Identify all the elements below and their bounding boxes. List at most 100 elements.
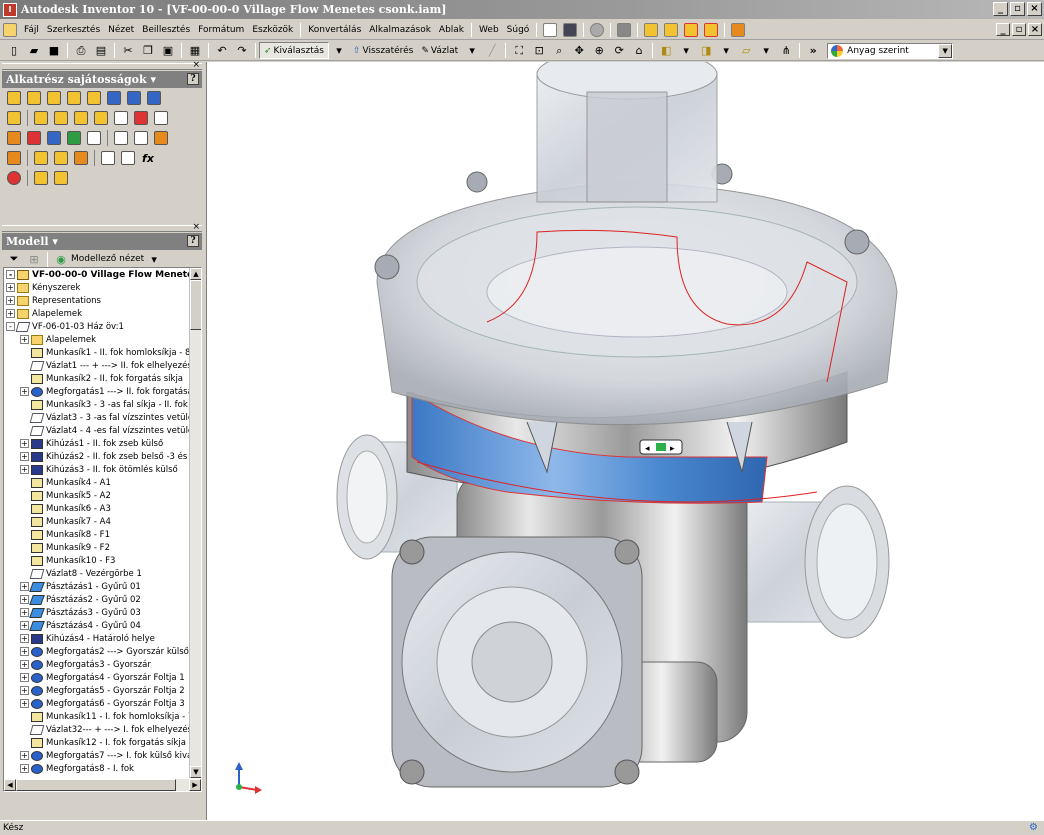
menu-format[interactable]: Formátum <box>194 25 248 35</box>
tree-item[interactable]: Vázlat1 --- + ---> II. fok elhelyezés <box>4 359 201 372</box>
tree-item[interactable]: + Megforgatás1 ---> II. fok forgatása <box>4 385 201 398</box>
camera-icon[interactable]: ◨ <box>698 43 714 59</box>
expand-icon[interactable]: + <box>20 699 29 708</box>
chevron-down-icon[interactable]: ▼ <box>938 43 953 58</box>
shell-icon[interactable] <box>87 91 101 105</box>
stop-icon[interactable] <box>7 171 21 185</box>
zoom-selected-icon[interactable]: ⊕ <box>591 43 607 59</box>
zoom-window-icon[interactable]: ⊡ <box>531 43 547 59</box>
tree-item[interactable]: Munkasík11 - I. fok homloksíkja - 72 <box>4 710 201 723</box>
scroll-up-icon[interactable]: ▲ <box>190 268 201 280</box>
tree-item[interactable]: Munkasík8 - F1 <box>4 528 201 541</box>
menu-window[interactable]: Ablak <box>435 25 468 35</box>
expand-icon[interactable]: + <box>20 634 29 643</box>
model-view-label[interactable]: Modellező nézet <box>71 254 144 264</box>
model-view-icon[interactable]: ◉ <box>53 251 69 267</box>
doc-close-button[interactable]: × <box>1028 23 1042 36</box>
sketch-button[interactable]: ✎ Vázlat <box>417 42 462 59</box>
minimize-button[interactable]: _ <box>993 2 1008 16</box>
decal-icon[interactable] <box>27 131 41 145</box>
tree-item[interactable]: Munkasík12 - I. fok forgatás síkja - <box>4 736 201 749</box>
menu-convert[interactable]: Konvertálás <box>304 25 365 35</box>
zoom-icon[interactable]: ⌕ <box>551 43 567 59</box>
expand-icon[interactable]: + <box>20 595 29 604</box>
select-dropdown-icon[interactable]: ▾ <box>331 43 347 59</box>
calculator-icon[interactable] <box>563 22 578 37</box>
expand-icon[interactable]: + <box>20 621 29 630</box>
tree-item[interactable]: + Kihúzás4 - Határoló helye <box>4 632 201 645</box>
camera-dropdown-icon[interactable]: ▾ <box>718 43 734 59</box>
tree-item[interactable]: + Megforgatás4 - Gyorszár Foltja 1 <box>4 671 201 684</box>
no-sketch-icon[interactable] <box>704 22 719 37</box>
tree-item[interactable]: Munkasík9 - F2 <box>4 541 201 554</box>
scroll-right-icon[interactable]: ▶ <box>189 779 201 791</box>
panel-grip-2[interactable]: × <box>2 222 202 232</box>
work-plane-icon[interactable] <box>7 151 21 165</box>
thread-icon[interactable] <box>7 131 21 145</box>
tree-item[interactable]: Munkasík3 - 3 -as fal síkja - II. fok f <box>4 398 201 411</box>
pencil-icon[interactable] <box>644 22 659 37</box>
assembly-icon[interactable] <box>3 22 17 37</box>
emboss-icon[interactable] <box>47 131 61 145</box>
menu-help[interactable]: Súgó <box>503 25 534 35</box>
properties-icon[interactable]: ▦ <box>187 43 203 59</box>
ground-plane-icon[interactable]: ▱ <box>738 43 754 59</box>
tree-item[interactable]: Munkasík7 - A4 <box>4 515 201 528</box>
tree-item[interactable]: + Megforgatás6 - Gyorszár Foltja 3 <box>4 697 201 710</box>
tree-item[interactable]: + Megforgatás3 - Gyorszár <box>4 658 201 671</box>
tree-item[interactable]: + Megforgatás8 - I. fok <box>4 762 201 775</box>
tree-item[interactable]: Vázlat32--- + ---> I. fok elhelyezés <box>4 723 201 736</box>
help-icon[interactable] <box>543 22 558 37</box>
derived-icon[interactable] <box>67 131 81 145</box>
chamfer-icon[interactable] <box>54 111 68 125</box>
tree-item[interactable]: + Kényszerek <box>4 281 201 294</box>
help-icon[interactable]: ? <box>187 73 199 85</box>
close-icon[interactable]: × <box>192 222 200 232</box>
scroll-left-icon[interactable]: ◀ <box>4 779 16 791</box>
tree-item[interactable]: Munkasík2 - II. fok forgatás síkja <box>4 372 201 385</box>
redo-icon[interactable]: ↷ <box>234 43 250 59</box>
tree-item[interactable]: Munkasík10 - F3 <box>4 554 201 567</box>
zoom-all-icon[interactable]: ⛶ <box>511 43 527 59</box>
work-point-icon[interactable] <box>54 151 68 165</box>
sheet-icon[interactable] <box>34 171 48 185</box>
ucs-icon[interactable] <box>74 151 88 165</box>
model-tree[interactable]: - VF-00-00-0 Village Flow Menetes cso + Kén… <box>3 267 202 792</box>
expand-icon[interactable]: + <box>20 387 29 396</box>
collapse-icon[interactable]: - <box>6 270 15 279</box>
mirror-icon[interactable] <box>154 131 168 145</box>
new-file-icon[interactable]: ▯ <box>6 43 22 59</box>
parameters-icon[interactable]: fx <box>140 150 156 166</box>
promote-icon[interactable] <box>101 151 115 165</box>
hole-icon[interactable] <box>67 91 81 105</box>
expand-icon[interactable]: ⊞ <box>26 251 42 267</box>
tree-item[interactable]: + Kihúzás1 - II. fok zseb külső <box>4 437 201 450</box>
return-button[interactable]: ⇧ Visszatérés <box>349 42 417 59</box>
tree-item[interactable]: Vázlat8 - Vezérgörbe 1 <box>4 567 201 580</box>
expand-icon[interactable]: + <box>20 764 29 773</box>
revolve-icon[interactable] <box>47 91 61 105</box>
expand-icon[interactable]: + <box>20 335 29 344</box>
model-header[interactable]: Modell ▾ ? <box>2 233 202 250</box>
expand-icon[interactable]: + <box>20 582 29 591</box>
rectangular-pattern-icon[interactable] <box>114 131 128 145</box>
valve-3d-model[interactable]: ◂ ▸ <box>207 62 1044 820</box>
delete-face-icon[interactable] <box>134 111 148 125</box>
no-constraint-icon[interactable] <box>684 22 699 37</box>
view-dropdown-icon[interactable]: ▾ <box>678 43 694 59</box>
tree-item[interactable]: + Megforgatás7 ---> I. fok külső kivá <box>4 749 201 762</box>
tree-item[interactable]: + Alapelemek <box>4 307 201 320</box>
extrude-icon[interactable] <box>27 91 41 105</box>
scroll-thumb[interactable] <box>16 779 176 791</box>
part-features-header[interactable]: Alkatrész sajátosságok ▾ ? <box>2 71 202 88</box>
collapse-icon[interactable]: - <box>6 322 15 331</box>
sketch-dropdown-icon[interactable]: ▾ <box>464 43 480 59</box>
face-draft-icon[interactable] <box>74 111 88 125</box>
menu-view[interactable]: Nézet <box>104 25 138 35</box>
doc-restore-button[interactable]: ▫ <box>1012 23 1026 36</box>
print-preview-icon[interactable]: ▤ <box>93 43 109 59</box>
expand-icon[interactable]: + <box>6 283 15 292</box>
menu-applications[interactable]: Alkalmazások <box>365 25 435 35</box>
tools-icon[interactable] <box>617 22 632 37</box>
open-file-icon[interactable]: ▰ <box>26 43 42 59</box>
